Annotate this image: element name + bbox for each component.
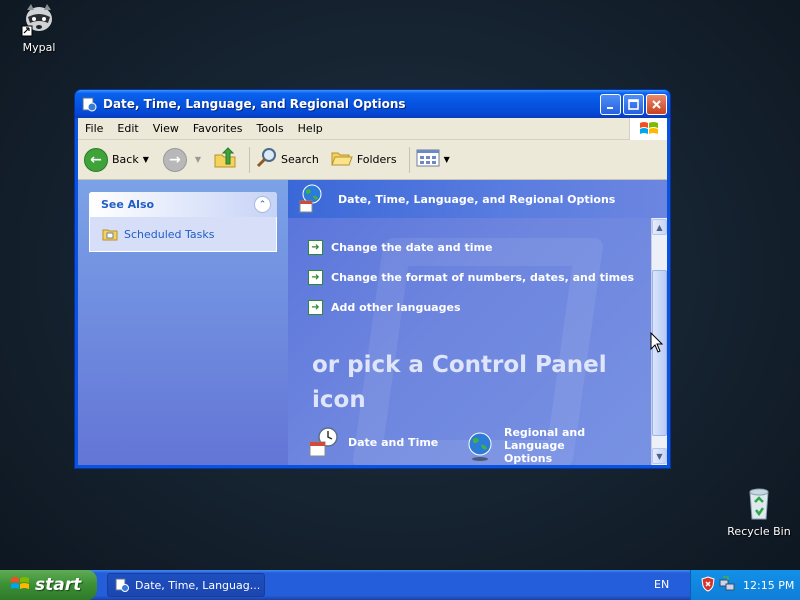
task-label: Add other languages xyxy=(331,301,461,314)
green-arrow-icon: ➜ xyxy=(308,300,323,315)
see-also-body: Scheduled Tasks xyxy=(89,217,277,252)
views-icon xyxy=(416,148,440,171)
windows-logo-icon xyxy=(629,118,667,140)
control-panel-item-label: Date and Time xyxy=(348,435,439,449)
desktop-icon-label: Recycle Bin xyxy=(727,525,791,538)
maximize-button[interactable] xyxy=(623,94,644,115)
toolbar-separator xyxy=(249,146,251,173)
window-title: Date, Time, Language, and Regional Optio… xyxy=(103,97,406,111)
toolbar-separator xyxy=(408,146,410,173)
control-panel-item-label: Regional and Language Options xyxy=(504,426,586,465)
search-label: Search xyxy=(281,153,319,166)
search-icon xyxy=(256,147,278,172)
security-shield-icon[interactable] xyxy=(701,575,715,595)
pick-icon-heading: or pick a Control Panel icon xyxy=(312,352,607,413)
control-panel-item-date-time[interactable]: Date and Time xyxy=(308,426,438,458)
desktop-icon-recycle-bin[interactable]: Recycle Bin xyxy=(723,486,795,538)
desktop-icon-mypal[interactable]: Mypal xyxy=(3,2,75,54)
chevron-down-icon[interactable]: ▼ xyxy=(195,155,201,164)
folders-label: Folders xyxy=(356,153,397,166)
start-label: start xyxy=(35,575,82,595)
back-label: Back xyxy=(112,153,139,166)
mouse-cursor-icon xyxy=(650,331,664,357)
forward-arrow-icon: → xyxy=(162,147,187,172)
back-arrow-icon: ← xyxy=(84,147,108,172)
chevron-down-icon[interactable]: ▼ xyxy=(143,155,149,164)
menu-view[interactable]: View xyxy=(146,122,186,135)
menu-help[interactable]: Help xyxy=(291,122,330,135)
globe-calendar-icon xyxy=(298,183,330,216)
recycle-bin-icon xyxy=(741,486,777,522)
see-also-panel: See Also ⌃ Scheduled Tasks xyxy=(89,192,277,252)
control-panel-icon xyxy=(81,96,97,112)
see-also-title: See Also xyxy=(101,198,155,211)
task-change-date-time[interactable]: ➜ Change the date and time xyxy=(308,240,492,255)
taskbar-window-label: Date, Time, Languag... xyxy=(135,578,261,592)
toolbar: ← Back ▼ → ▼ Search Folders ▼ xyxy=(78,140,667,180)
windows-flag-icon xyxy=(10,575,30,596)
task-label: Change the format of numbers, dates, and… xyxy=(331,271,635,284)
window-body: File Edit View Favorites Tools Help ← Ba… xyxy=(78,118,667,465)
folders-icon xyxy=(331,148,353,171)
control-panel-icon xyxy=(115,578,129,592)
views-button[interactable]: ▼ xyxy=(416,148,450,171)
taskbar-window-button[interactable]: Date, Time, Languag... xyxy=(107,573,265,597)
sidebar-item-label: Scheduled Tasks xyxy=(124,227,215,241)
see-also-header[interactable]: See Also ⌃ xyxy=(89,192,277,217)
date-time-icon xyxy=(308,426,340,458)
main-pane: Date, Time, Language, and Regional Optio… xyxy=(288,180,667,465)
scheduled-tasks-icon xyxy=(102,227,118,241)
menu-favorites[interactable]: Favorites xyxy=(186,122,250,135)
green-arrow-icon: ➜ xyxy=(308,240,323,255)
back-button[interactable]: ← Back ▼ xyxy=(84,147,149,172)
task-label: Change the date and time xyxy=(331,241,493,254)
menu-tools[interactable]: Tools xyxy=(250,122,291,135)
globe-icon xyxy=(464,430,496,462)
explorer-window: Date, Time, Language, and Regional Optio… xyxy=(74,89,671,469)
search-button[interactable]: Search xyxy=(256,147,319,172)
network-icon[interactable] xyxy=(719,575,735,595)
collapse-chevron-icon[interactable]: ⌃ xyxy=(254,196,271,213)
chevron-down-icon[interactable]: ▼ xyxy=(444,155,450,164)
green-arrow-icon: ➜ xyxy=(308,270,323,285)
taskbar: start Date, Time, Languag... EN 12:15 PM xyxy=(0,570,800,600)
menu-bar: File Edit View Favorites Tools Help xyxy=(78,118,667,140)
start-button[interactable]: start xyxy=(0,570,97,600)
close-button[interactable] xyxy=(646,94,667,115)
folders-button[interactable]: Folders xyxy=(331,148,397,171)
task-pane: See Also ⌃ Scheduled Tasks xyxy=(78,180,288,465)
content-area: See Also ⌃ Scheduled Tasks Date, Time, L… xyxy=(78,180,667,465)
folder-up-icon xyxy=(213,146,237,173)
sidebar-item-scheduled-tasks[interactable]: Scheduled Tasks xyxy=(102,227,264,241)
category-header: Date, Time, Language, and Regional Optio… xyxy=(288,180,667,218)
menu-edit[interactable]: Edit xyxy=(110,122,145,135)
task-list-area: ➜ Change the date and time ➜ Change the … xyxy=(288,218,651,465)
up-button[interactable] xyxy=(213,146,237,173)
category-title: Date, Time, Language, and Regional Optio… xyxy=(338,192,616,206)
task-change-format[interactable]: ➜ Change the format of numbers, dates, a… xyxy=(308,270,634,285)
title-bar[interactable]: Date, Time, Language, and Regional Optio… xyxy=(75,90,670,118)
forward-button[interactable]: → ▼ xyxy=(155,147,201,172)
system-tray: 12:15 PM xyxy=(690,570,800,600)
desktop-icon-label: Mypal xyxy=(22,41,56,54)
scroll-down-button[interactable]: ▼ xyxy=(652,448,667,464)
raccoon-icon xyxy=(21,2,57,38)
control-panel-item-regional[interactable]: Regional and Language Options xyxy=(464,426,604,465)
menu-file[interactable]: File xyxy=(78,122,110,135)
task-add-languages[interactable]: ➜ Add other languages xyxy=(308,300,461,315)
scroll-up-button[interactable]: ▲ xyxy=(652,219,667,235)
clock[interactable]: 12:15 PM xyxy=(743,579,794,592)
language-indicator[interactable]: EN xyxy=(654,578,669,591)
minimize-button[interactable] xyxy=(600,94,621,115)
